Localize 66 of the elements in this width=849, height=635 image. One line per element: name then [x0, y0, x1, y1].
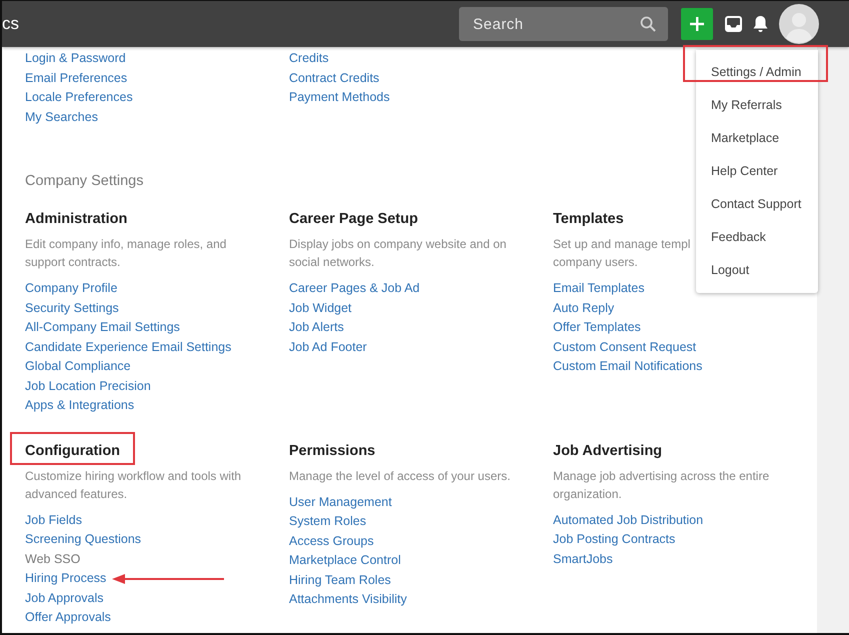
- settings-link[interactable]: Job Posting Contracts: [553, 530, 676, 550]
- settings-link[interactable]: Credits: [289, 49, 329, 68]
- settings-link[interactable]: Job Alerts: [289, 318, 344, 338]
- menu-item[interactable]: Help Center: [711, 164, 778, 178]
- bell-icon[interactable]: [752, 15, 769, 33]
- section-heading: Company Settings: [25, 173, 144, 189]
- settings-link[interactable]: Job Fields: [25, 510, 82, 530]
- group-description: Customize hiring workflow and tools with advanced features.: [25, 468, 242, 502]
- search-icon: [640, 16, 656, 32]
- settings-link[interactable]: User Management: [289, 492, 392, 512]
- settings-link[interactable]: Attachments Visibility: [289, 590, 407, 610]
- settings-link[interactable]: Locale Preferences: [25, 88, 133, 108]
- settings-link[interactable]: Auto Reply: [553, 298, 614, 318]
- group-title: Templates: [553, 211, 624, 227]
- search-field[interactable]: Search: [459, 7, 668, 41]
- settings-link[interactable]: Global Compliance: [25, 357, 131, 376]
- settings-link[interactable]: Marketplace Control: [289, 551, 401, 570]
- menu-item[interactable]: Feedback: [711, 230, 766, 244]
- settings-link[interactable]: Contract Credits: [289, 68, 380, 88]
- group-title: Job Advertising: [553, 442, 662, 458]
- settings-link[interactable]: Offer Approvals: [25, 608, 111, 628]
- add-button[interactable]: [681, 8, 713, 40]
- settings-link: Web SSO: [25, 550, 80, 568]
- group-title: Permissions: [289, 442, 376, 458]
- group-description: Edit company info, manage roles, and support contracts.: [25, 236, 226, 271]
- settings-link[interactable]: Screening Questions: [25, 530, 142, 550]
- settings-link[interactable]: Automated Job Distribution: [553, 510, 704, 530]
- group-description: Set up and manage templ company users.: [553, 236, 690, 271]
- menu-item[interactable]: My Referrals: [711, 98, 782, 112]
- menu-item[interactable]: Settings / Admin: [711, 65, 802, 79]
- settings-link[interactable]: Access Groups: [289, 532, 374, 551]
- settings-link[interactable]: SmartJobs: [553, 550, 613, 569]
- settings-link[interactable]: Custom Consent Request: [553, 338, 696, 357]
- settings-link[interactable]: Job Widget: [289, 298, 352, 318]
- plus-icon: [690, 17, 704, 31]
- group-description: Display jobs on company website and on social networks.: [289, 236, 506, 271]
- group-title: Configuration: [25, 442, 120, 458]
- group-title: Career Page Setup: [289, 211, 418, 227]
- settings-link[interactable]: Email Preferences: [25, 68, 128, 88]
- menu-item[interactable]: Logout: [711, 263, 750, 277]
- menu-item[interactable]: Contact Support: [711, 197, 802, 211]
- group-title: Administration: [25, 211, 128, 227]
- settings-link[interactable]: Login & Password: [25, 49, 126, 68]
- settings-link[interactable]: Custom Email Notifications: [553, 357, 702, 376]
- inbox-icon[interactable]: [725, 16, 742, 32]
- settings-link[interactable]: Offer Templates: [553, 318, 641, 338]
- settings-link[interactable]: Job Approvals: [25, 588, 104, 608]
- settings-link[interactable]: My Searches: [25, 108, 98, 127]
- settings-link[interactable]: Company Profile: [25, 279, 118, 298]
- settings-link[interactable]: Career Pages & Job Ad: [289, 279, 420, 298]
- settings-link[interactable]: All-Company Email Settings: [25, 318, 180, 338]
- menu-item[interactable]: Marketplace: [711, 131, 780, 145]
- group-description: Manage job advertising across the entire organization.: [553, 468, 770, 502]
- settings-link[interactable]: System Roles: [289, 512, 366, 532]
- settings-link[interactable]: Security Settings: [25, 298, 119, 318]
- settings-link[interactable]: Candidate Experience Email Settings: [25, 338, 232, 357]
- app-title: cs: [2, 14, 19, 34]
- group-description: Manage the level of access of your users.: [289, 468, 510, 484]
- avatar-icon[interactable]: [779, 4, 819, 44]
- settings-link[interactable]: Hiring Process: [25, 569, 106, 588]
- settings-link[interactable]: Job Location Precision: [25, 376, 151, 396]
- settings-link[interactable]: Payment Methods: [289, 88, 390, 108]
- settings-link[interactable]: Email Templates: [553, 279, 644, 298]
- settings-link[interactable]: Apps & Integrations: [25, 396, 134, 416]
- settings-link[interactable]: Hiring Team Roles: [289, 570, 391, 590]
- settings-link[interactable]: Job Ad Footer: [289, 338, 367, 357]
